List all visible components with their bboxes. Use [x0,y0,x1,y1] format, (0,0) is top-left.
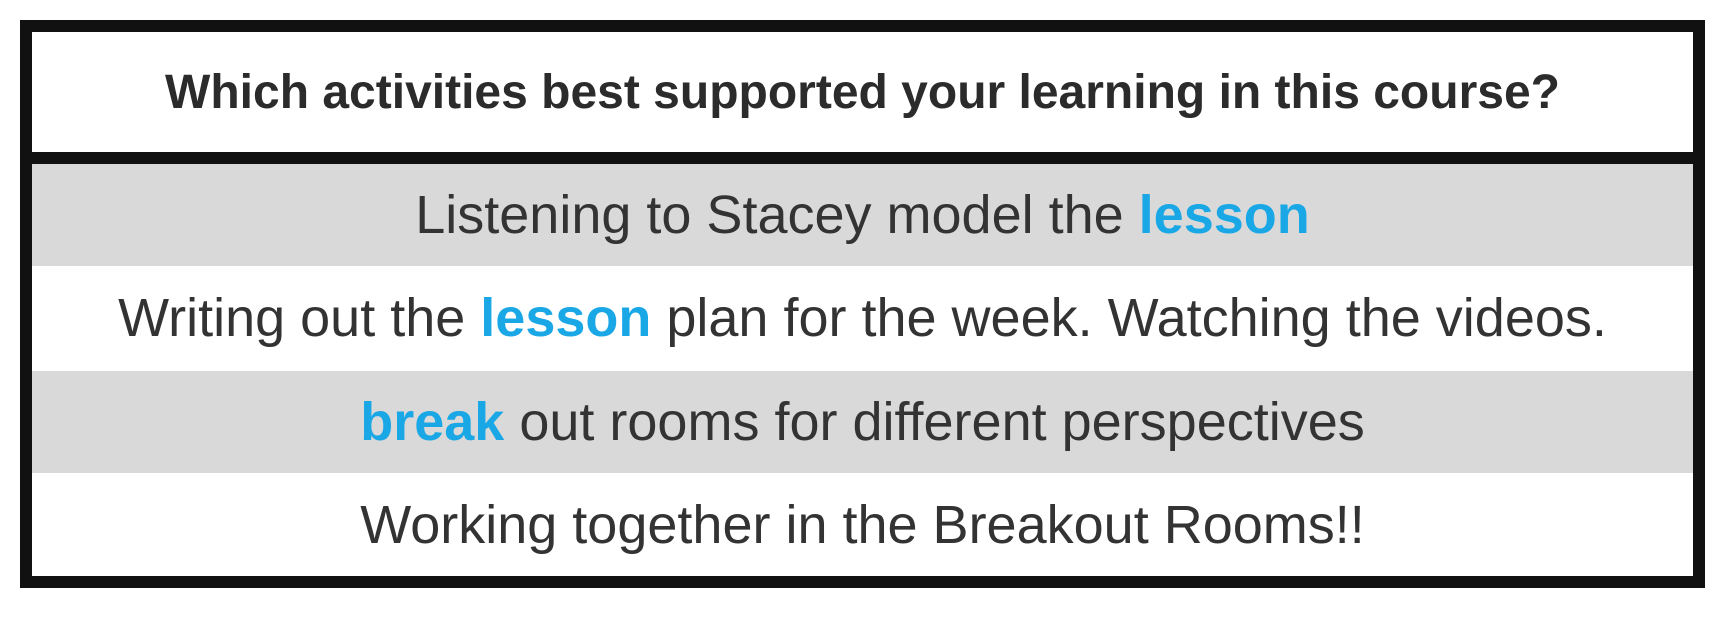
response-text-before: Writing out the [118,288,481,349]
response-text-after: out rooms for different perspectives [504,391,1365,452]
response-row-1: Listening to Stacey model the lesson [32,164,1693,268]
question-title: Which activities best supported your lea… [165,65,1560,119]
response-keyword: lesson [480,288,652,349]
question-header: Which activities best supported your lea… [32,32,1693,164]
response-text-before: Listening to Stacey model the [415,184,1139,245]
responses-card: Which activities best supported your lea… [20,20,1705,588]
response-row-3: break out rooms for different perspectiv… [32,371,1693,475]
response-keyword: lesson [1138,184,1310,245]
response-text-after: plan for the week. Watching the videos. [651,288,1607,349]
response-keyword: break [360,391,505,452]
response-row-4: Working together in the Breakout Rooms!! [32,474,1693,576]
response-row-2: Writing out the lesson plan for the week… [32,267,1693,371]
response-text-before: Working together in the Breakout Rooms!! [360,495,1365,556]
